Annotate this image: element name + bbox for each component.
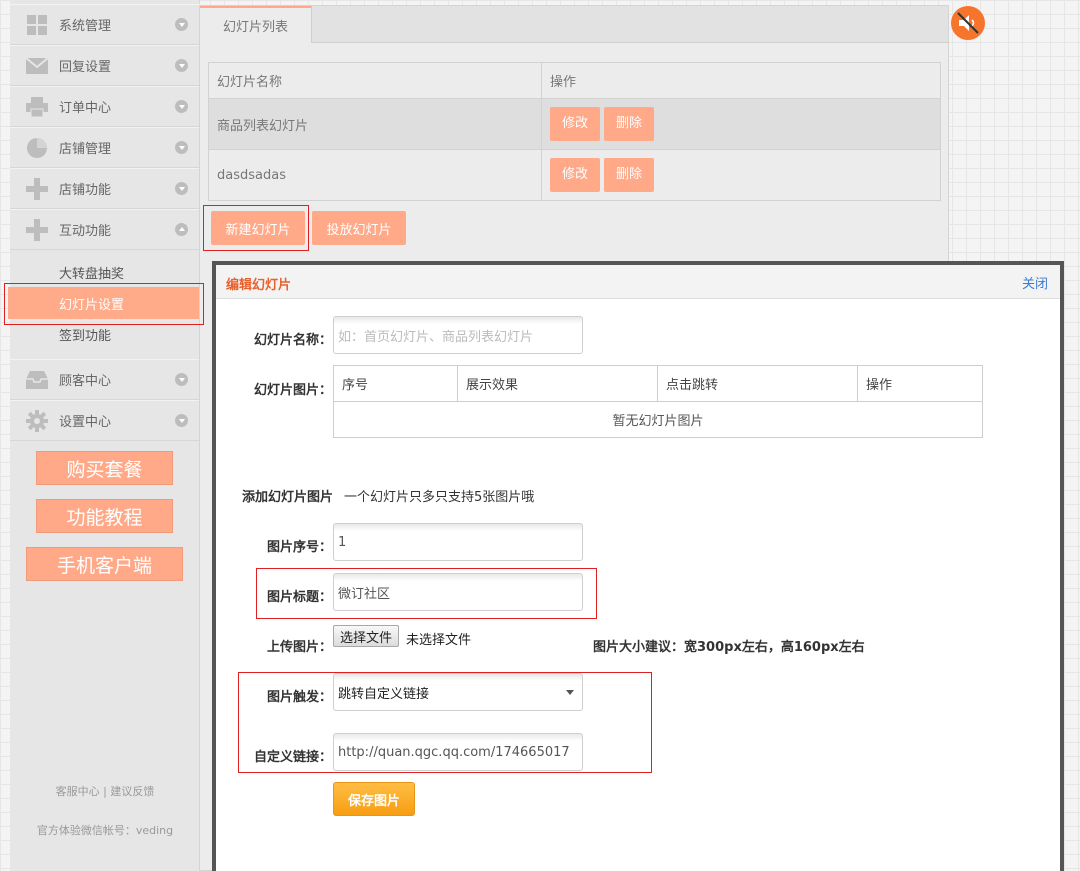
edit-button[interactable]: 修改 bbox=[550, 158, 601, 192]
chevron-down-icon[interactable] bbox=[175, 59, 188, 72]
footer-separator: | bbox=[103, 785, 107, 798]
column-header: 幻灯片名称 bbox=[208, 62, 542, 99]
column-header: 序号 bbox=[333, 365, 458, 402]
select-value: 跳转自定义链接 bbox=[338, 686, 430, 702]
field-label: 幻灯片图片： bbox=[253, 383, 332, 398]
publish-slideshow-button[interactable]: 投放幻灯片 bbox=[312, 211, 406, 245]
dropdown-arrow-icon bbox=[566, 690, 574, 695]
chevron-down-icon[interactable] bbox=[175, 100, 188, 113]
slideshow-name-input[interactable]: 如：首页幻灯片、商品列表幻灯片 bbox=[333, 316, 583, 354]
choose-file-button[interactable]: 选择文件 bbox=[333, 625, 400, 647]
buy-package-button[interactable]: 购买套餐 bbox=[36, 451, 173, 485]
footer-links: 客服中心 | 建议反馈 bbox=[10, 783, 200, 799]
plus-icon bbox=[26, 218, 48, 241]
table-row: 暂无幻灯片图片 bbox=[333, 401, 983, 438]
row-actions: 修改 删除 bbox=[541, 149, 941, 201]
inbox-icon bbox=[26, 370, 48, 390]
column-header: 点击跳转 bbox=[657, 365, 858, 402]
slideshow-name: 商品列表幻灯片 bbox=[208, 98, 542, 150]
empty-message: 暂无幻灯片图片 bbox=[333, 401, 983, 438]
edit-slideshow-dialog: 编辑幻灯片 关闭 幻灯片名称： 如：首页幻灯片、商品列表幻灯片 幻灯片图片： 序… bbox=[212, 261, 1064, 871]
field-label: 自定义链接： bbox=[253, 750, 332, 765]
edit-button[interactable]: 修改 bbox=[550, 107, 601, 141]
menu-item-store-functions[interactable]: 店铺功能 bbox=[10, 168, 200, 209]
slideshow-name: dasdsadas bbox=[208, 149, 542, 201]
menu-label: 顾客中心 bbox=[59, 374, 112, 389]
tab-slideshow-list[interactable]: 幻灯片列表 bbox=[200, 6, 312, 43]
field-label: 图片序号： bbox=[266, 540, 332, 555]
sidebar: 系统管理 回复设置 订单中心 店铺管理 店铺功能 互动功能 大转盘抽奖 幻灯片设… bbox=[8, 0, 200, 871]
image-size-hint: 图片大小建议：宽300px左右，高160px左右 bbox=[593, 640, 865, 655]
image-trigger-select[interactable]: 跳转自定义链接 bbox=[333, 673, 583, 711]
menu-item-settings[interactable]: 设置中心 bbox=[10, 400, 200, 441]
custom-link-input[interactable]: http://quan.qgc.qq.com/174665017 bbox=[333, 733, 583, 771]
pie-chart-icon bbox=[26, 137, 48, 158]
tab-bar: 幻灯片列表 bbox=[200, 6, 948, 43]
menu-item-reply[interactable]: 回复设置 bbox=[10, 45, 200, 86]
mute-icon[interactable] bbox=[951, 6, 985, 40]
submenu-label: 大转盘抽奖 bbox=[59, 266, 125, 282]
chevron-down-icon[interactable] bbox=[175, 18, 188, 31]
feedback-link[interactable]: 建议反馈 bbox=[110, 785, 154, 798]
image-order-input[interactable]: 1 bbox=[333, 523, 583, 561]
dialog-title: 编辑幻灯片 bbox=[226, 278, 292, 293]
submenu-label: 签到功能 bbox=[59, 328, 112, 344]
column-header: 操作 bbox=[857, 365, 983, 402]
section-hint: 一个幻灯片只多只支持5张图片哦 bbox=[344, 490, 535, 505]
dialog-header: 编辑幻灯片 关闭 bbox=[216, 265, 1060, 299]
mail-icon bbox=[26, 56, 48, 76]
close-link[interactable]: 关闭 bbox=[1022, 273, 1048, 292]
chevron-down-icon[interactable] bbox=[175, 373, 188, 386]
table-row: dasdsadas 修改 删除 bbox=[208, 149, 941, 201]
table-row: 商品列表幻灯片 修改 删除 bbox=[208, 98, 941, 150]
gear-icon bbox=[26, 409, 48, 432]
field-label: 幻灯片名称： bbox=[253, 333, 332, 348]
file-status: 未选择文件 bbox=[406, 633, 472, 648]
plus-icon bbox=[26, 177, 48, 200]
menu-label: 回复设置 bbox=[59, 60, 112, 75]
delete-button[interactable]: 删除 bbox=[604, 107, 655, 141]
row-actions: 修改 删除 bbox=[541, 98, 941, 150]
field-label: 图片标题： bbox=[266, 590, 332, 605]
official-account-text: 官方体验微信帐号：veding bbox=[36, 824, 174, 837]
submenu-item-slideshow[interactable]: 幻灯片设置 bbox=[8, 287, 200, 319]
chevron-down-icon[interactable] bbox=[175, 182, 188, 195]
chevron-up-icon[interactable] bbox=[175, 223, 188, 236]
menu-label: 系统管理 bbox=[59, 19, 112, 34]
slideshow-table: 幻灯片名称 操作 商品列表幻灯片 修改 删除 dasdsadas 修改 删除 bbox=[208, 62, 941, 201]
tutorial-button[interactable]: 功能教程 bbox=[36, 499, 173, 533]
menu-item-store[interactable]: 店铺管理 bbox=[10, 127, 200, 168]
new-slideshow-button[interactable]: 新建幻灯片 bbox=[211, 211, 305, 245]
field-label: 图片触发： bbox=[266, 690, 332, 705]
menu-label: 店铺功能 bbox=[59, 183, 112, 198]
column-header: 操作 bbox=[541, 62, 941, 99]
menu-label: 店铺管理 bbox=[59, 142, 112, 157]
slideshow-images-table: 序号 展示效果 点击跳转 操作 暂无幻灯片图片 bbox=[333, 365, 983, 438]
chevron-down-icon[interactable] bbox=[175, 141, 188, 154]
menu-item-orders[interactable]: 订单中心 bbox=[10, 86, 200, 127]
menu-item-customers[interactable]: 顾客中心 bbox=[10, 359, 200, 400]
image-title-input[interactable]: 微订社区 bbox=[333, 573, 583, 611]
save-image-button[interactable]: 保存图片 bbox=[333, 782, 415, 816]
column-header: 展示效果 bbox=[457, 365, 658, 402]
menu-label: 设置中心 bbox=[59, 415, 112, 430]
chevron-down-icon[interactable] bbox=[175, 414, 188, 427]
menu-item-interactive[interactable]: 互动功能 bbox=[10, 209, 200, 250]
menu-item-system[interactable]: 系统管理 bbox=[10, 4, 200, 45]
submenu-item-checkin[interactable]: 签到功能 bbox=[10, 318, 200, 350]
field-label: 上传图片： bbox=[266, 640, 332, 655]
mobile-client-button[interactable]: 手机客户端 bbox=[26, 547, 183, 581]
section-title: 添加幻灯片图片 bbox=[242, 490, 334, 505]
support-link[interactable]: 客服中心 bbox=[56, 785, 100, 798]
submenu-item-wheel[interactable]: 大转盘抽奖 bbox=[10, 256, 200, 288]
menu-label: 互动功能 bbox=[59, 224, 112, 239]
grid-icon bbox=[26, 14, 48, 35]
delete-button[interactable]: 删除 bbox=[604, 158, 655, 192]
menu-label: 订单中心 bbox=[59, 101, 112, 116]
printer-icon bbox=[26, 96, 48, 117]
submenu-label: 幻灯片设置 bbox=[59, 297, 125, 313]
